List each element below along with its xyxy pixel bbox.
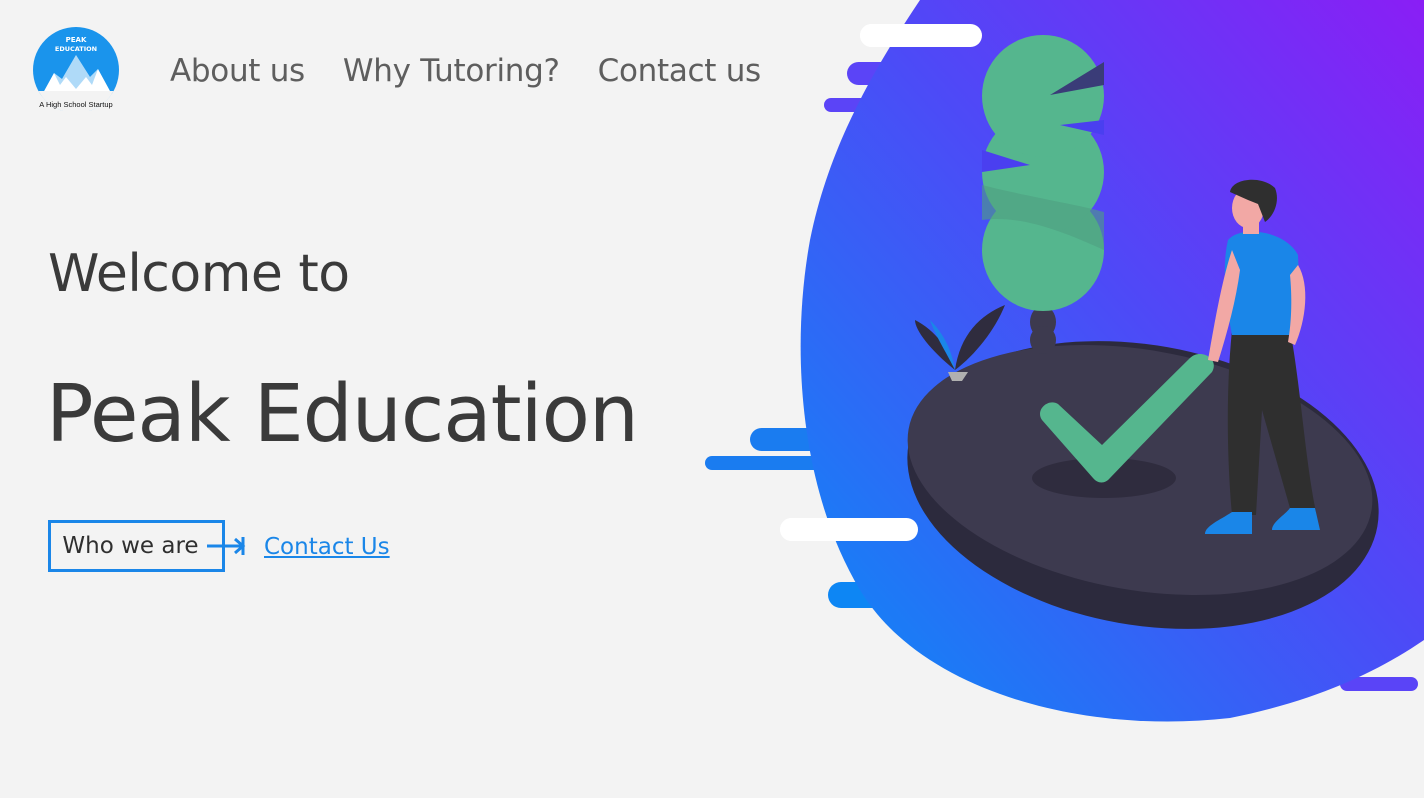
main-nav: About us Why Tutoring? Contact us: [170, 53, 761, 89]
cta-row: Who we are: [48, 520, 225, 572]
arrow-right-icon: [207, 537, 246, 555]
logo-text-education: EDUCATION: [55, 45, 97, 53]
logo-tagline: A High School Startup: [39, 100, 112, 109]
contact-us-link[interactable]: Contact Us: [264, 534, 390, 560]
hero-illustration: [705, 0, 1424, 722]
nav-why-tutoring[interactable]: Why Tutoring?: [343, 53, 560, 89]
logo-mountain-icon: PEAK EDUCATION A High School Startup: [33, 27, 119, 113]
nav-about-us[interactable]: About us: [170, 53, 305, 89]
logo-text-peak: PEAK: [66, 36, 87, 44]
brand-logo[interactable]: PEAK EDUCATION A High School Startup: [32, 27, 122, 113]
hero-title: Peak Education: [46, 368, 639, 460]
who-we-are-button[interactable]: Who we are: [48, 520, 225, 572]
hero-subtitle: Welcome to: [48, 244, 350, 304]
